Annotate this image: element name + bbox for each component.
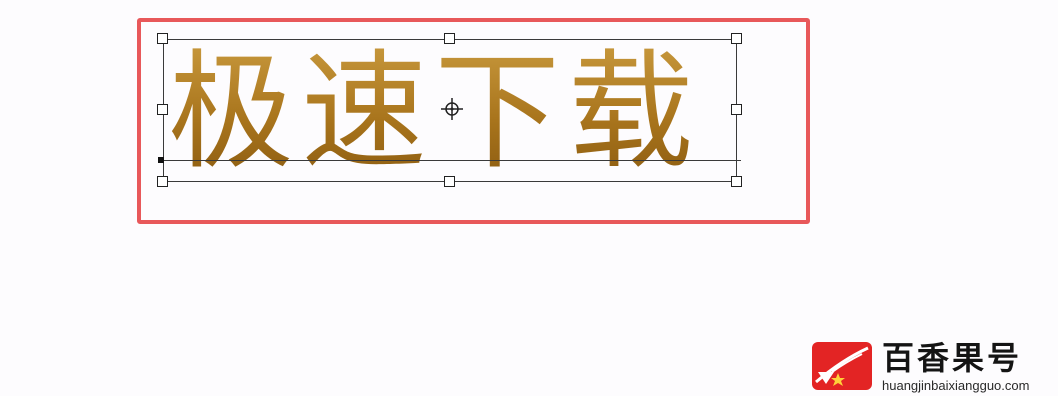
- watermark-url: huangjinbaixiangguo.com: [882, 378, 1030, 393]
- rotation-center-icon[interactable]: [441, 98, 463, 120]
- resize-handle-top-left[interactable]: [157, 33, 168, 44]
- resize-handle-left[interactable]: [157, 104, 168, 115]
- resize-handle-right[interactable]: [731, 104, 742, 115]
- brand-logo-icon: [812, 342, 872, 390]
- baseline-anchor-point[interactable]: [158, 157, 164, 163]
- watermark-title: 百香果号: [882, 339, 1023, 377]
- resize-handle-bottom[interactable]: [444, 176, 455, 187]
- document-canvas[interactable]: 极速下载: [0, 0, 1058, 396]
- site-watermark: 百香果号 huangjinbaixiangguo.com: [812, 339, 1052, 393]
- resize-handle-bottom-left[interactable]: [157, 176, 168, 187]
- text-baseline: [161, 160, 741, 161]
- resize-handle-top-right[interactable]: [731, 33, 742, 44]
- resize-handle-bottom-right[interactable]: [731, 176, 742, 187]
- resize-handle-top[interactable]: [444, 33, 455, 44]
